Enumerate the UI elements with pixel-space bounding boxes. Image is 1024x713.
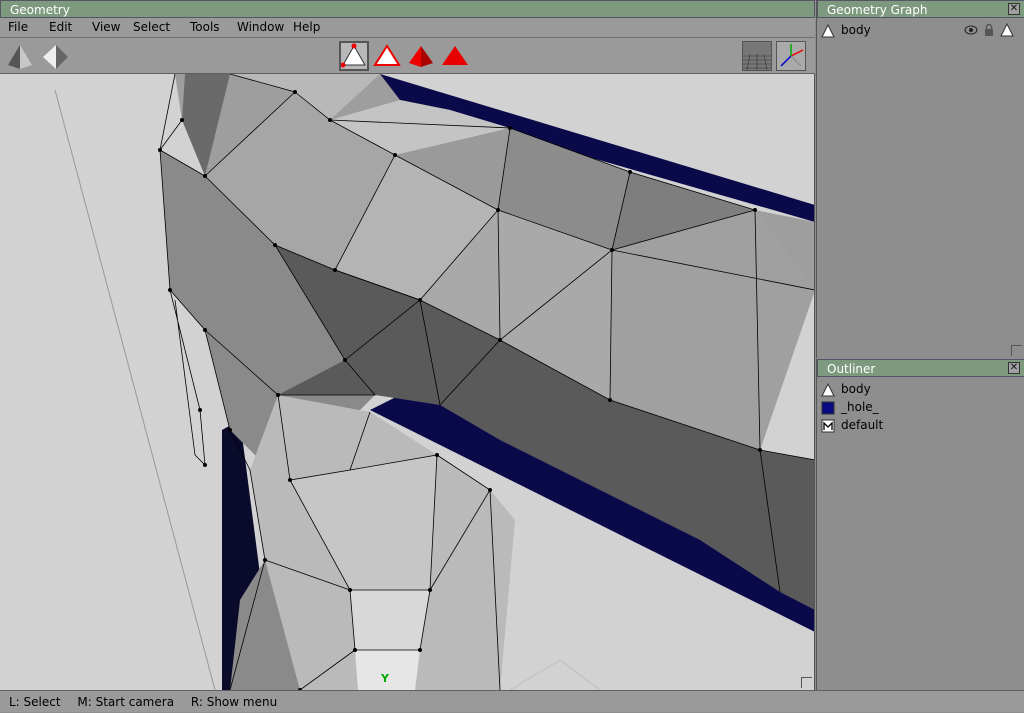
material-icon (821, 419, 835, 432)
y-axis-label: Y (381, 672, 389, 685)
graph-resize-grip[interactable] (1011, 345, 1022, 356)
select-edge-icon[interactable] (372, 41, 402, 71)
menu-help[interactable]: Help (293, 20, 320, 34)
outliner-item-body[interactable]: body (821, 380, 871, 398)
outliner-item-default[interactable]: default (821, 416, 883, 434)
lock-icon[interactable] (982, 23, 996, 42)
menu-tools[interactable]: Tools (190, 20, 220, 34)
select-face-icon[interactable] (406, 41, 436, 71)
outliner-close-button[interactable]: ✕ (1008, 362, 1020, 374)
window-title-bar: Geometry (0, 0, 815, 18)
geometry-graph-title-bar: Geometry Graph ✕ (817, 0, 1024, 18)
menu-window[interactable]: Window (237, 20, 284, 34)
menu-file[interactable]: File (8, 20, 28, 34)
pyramid-light-icon[interactable] (40, 41, 70, 71)
status-hint-camera: M: Start camera (77, 695, 175, 709)
mesh-render (0, 74, 814, 690)
outliner-title-bar: Outliner ✕ (817, 359, 1024, 377)
axes-icon[interactable] (776, 41, 806, 71)
menu-select[interactable]: Select (133, 20, 170, 34)
geometry-graph-panel: Geometry Graph ✕ body (816, 0, 1024, 358)
outliner-item-label: _hole_ (841, 400, 879, 414)
outliner-item-label: body (841, 382, 871, 396)
graph-item-body[interactable]: body (821, 21, 1017, 39)
triangle-icon (821, 23, 835, 37)
graph-item-label: body (841, 23, 871, 37)
geometry-graph-close-button[interactable]: ✕ (1008, 3, 1020, 15)
blue-square-icon (821, 401, 835, 414)
status-hint-select: L: Select (9, 695, 61, 709)
select-vertex-icon[interactable] (339, 41, 369, 71)
visibility-eye-icon[interactable] (964, 23, 978, 42)
triangle-icon (821, 382, 835, 396)
status-hint-menu: R: Show menu (190, 695, 278, 709)
resize-grip[interactable] (801, 677, 812, 688)
menu-bar: File Edit View Select Tools Window Help (0, 18, 815, 38)
geometry-graph-title: Geometry Graph (827, 3, 928, 17)
select-object-icon[interactable] (440, 41, 470, 71)
shading-triangle-icon[interactable] (1000, 22, 1014, 42)
3d-viewport[interactable]: Y (0, 74, 815, 690)
outliner-item-label: default (841, 418, 884, 432)
menu-edit[interactable]: Edit (49, 20, 72, 34)
toolbar (0, 38, 815, 74)
pyramid-solid-icon[interactable] (5, 41, 35, 71)
grid-icon[interactable] (742, 41, 772, 71)
outliner-item-hole[interactable]: _hole_ (821, 398, 879, 416)
outliner-panel: Outliner ✕ body _hole_ default (816, 359, 1024, 690)
outliner-title: Outliner (827, 362, 876, 376)
status-bar: L: Select M: Start camera R: Show menu (0, 690, 1024, 712)
menu-view[interactable]: View (92, 20, 120, 34)
window-title: Geometry (10, 3, 70, 17)
